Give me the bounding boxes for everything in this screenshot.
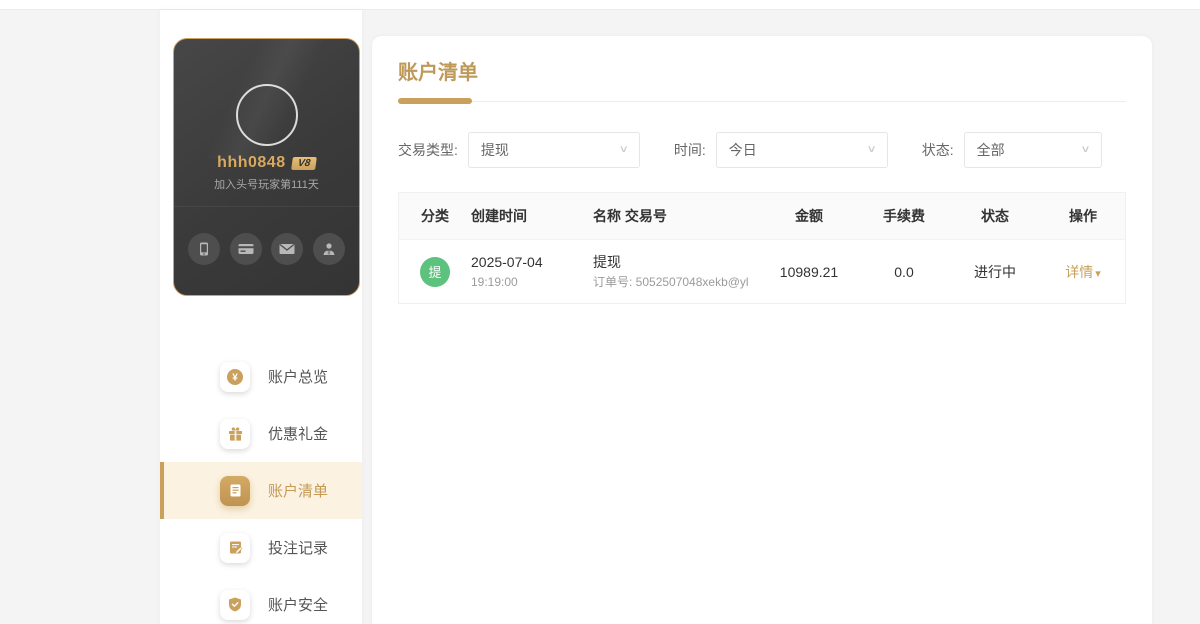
mail-icon[interactable] xyxy=(271,233,304,265)
sidebar-item-account-overview[interactable]: ¥ 账户总览 xyxy=(160,348,362,405)
header-amount: 金额 xyxy=(795,208,823,224)
time-select[interactable]: 今日 ∨ xyxy=(715,132,888,168)
profile-card: hhh0848 V8 加入头号玩家第111天 xyxy=(173,38,360,296)
panel-header: 账户清单 xyxy=(398,56,1126,104)
page-title: 账户清单 xyxy=(398,62,478,84)
header-status: 状态 xyxy=(981,208,1009,224)
top-bar xyxy=(0,0,1200,10)
header-created-time: 创建时间 xyxy=(471,208,527,224)
filter-label-status: 状态: xyxy=(921,142,954,158)
statement-icon xyxy=(220,475,250,506)
header-category: 分类 xyxy=(421,208,449,224)
status-select[interactable]: 全部 ∨ xyxy=(963,132,1102,168)
sidebar-item-label: 优惠礼金 xyxy=(268,426,329,443)
sidebar-item-promotions[interactable]: 优惠礼金 xyxy=(160,405,362,462)
card-divider xyxy=(174,206,359,207)
phone-icon[interactable] xyxy=(188,233,220,265)
sidebar-item-bet-records[interactable]: 投注记录 xyxy=(160,519,362,576)
status-value: 全部 xyxy=(976,142,1005,158)
card-sheen xyxy=(174,39,359,159)
table-row: 提 2025-07-04 19:19:00 提现 订单号: 5052507048… xyxy=(399,239,1125,303)
header-action: 操作 xyxy=(1069,208,1097,224)
sidebar-item-account-security[interactable]: 账户安全 xyxy=(160,576,362,624)
sidebar-nav: ¥ 账户总览 优惠礼金 账户清单 投注记录 账户安全 xyxy=(160,348,362,624)
sidebar-item-label: 账户清单 xyxy=(268,483,329,500)
chevron-down-icon: ∨ xyxy=(866,142,877,154)
chevron-down-icon: ∨ xyxy=(618,142,629,154)
main-panel: 账户清单 交易类型: 提现 ∨ 时间: 今日 ∨ 状态: 全部 ∨ 分类 创建时… xyxy=(372,36,1152,624)
coin-icon: ¥ xyxy=(220,361,250,392)
sidebar: hhh0848 V8 加入头号玩家第111天 ¥ 账户总览 优惠礼金 账户清单 … xyxy=(160,10,362,624)
sidebar-item-label: 投注记录 xyxy=(268,540,329,557)
time-value: 今日 xyxy=(728,142,757,158)
user-icon[interactable] xyxy=(312,233,345,265)
header-name-transaction-no: 名称 交易号 xyxy=(593,208,667,224)
filter-label-transaction-type: 交易类型: xyxy=(398,142,458,158)
transactions-table: 分类 创建时间 名称 交易号 金额 手续费 状态 操作 提 2025-07-04… xyxy=(398,192,1126,304)
title-underline xyxy=(398,98,472,104)
transaction-type-select[interactable]: 提现 ∨ xyxy=(467,132,640,168)
sidebar-item-label: 账户总览 xyxy=(268,369,329,386)
sidebar-item-label: 账户安全 xyxy=(268,597,329,614)
filter-bar: 交易类型: 提现 ∨ 时间: 今日 ∨ 状态: 全部 ∨ xyxy=(398,132,1126,168)
header-fee: 手续费 xyxy=(883,208,925,224)
transaction-type-value: 提现 xyxy=(480,142,509,158)
details-link[interactable]: 详情 ▾ xyxy=(1065,264,1101,280)
bank-card-icon[interactable] xyxy=(229,233,262,265)
order-number: 订单号: 5052507048xekb@yl xyxy=(593,274,749,289)
bet-records-icon xyxy=(220,532,250,563)
created-date: 2025-07-04 xyxy=(471,253,543,270)
filter-label-time: 时间: xyxy=(673,142,706,158)
fee-value: 0.0 xyxy=(894,263,914,280)
transaction-name: 提现 xyxy=(593,253,621,270)
caret-down-icon: ▾ xyxy=(1095,267,1101,280)
table-header-row: 分类 创建时间 名称 交易号 金额 手续费 状态 操作 xyxy=(399,193,1125,239)
created-time: 19:19:00 xyxy=(471,274,518,289)
withdrawal-badge: 提 xyxy=(420,256,450,287)
gift-icon xyxy=(220,418,250,449)
join-days-text: 加入头号玩家第111天 xyxy=(214,179,319,191)
status-value: 进行中 xyxy=(974,263,1016,280)
amount-value: 10989.21 xyxy=(779,263,839,280)
chevron-down-icon: ∨ xyxy=(1080,142,1091,154)
sidebar-item-account-statement[interactable]: 账户清单 xyxy=(160,462,362,519)
shield-icon xyxy=(220,589,250,620)
svg-text:¥: ¥ xyxy=(232,372,238,383)
vip-badge: V8 xyxy=(290,156,317,170)
